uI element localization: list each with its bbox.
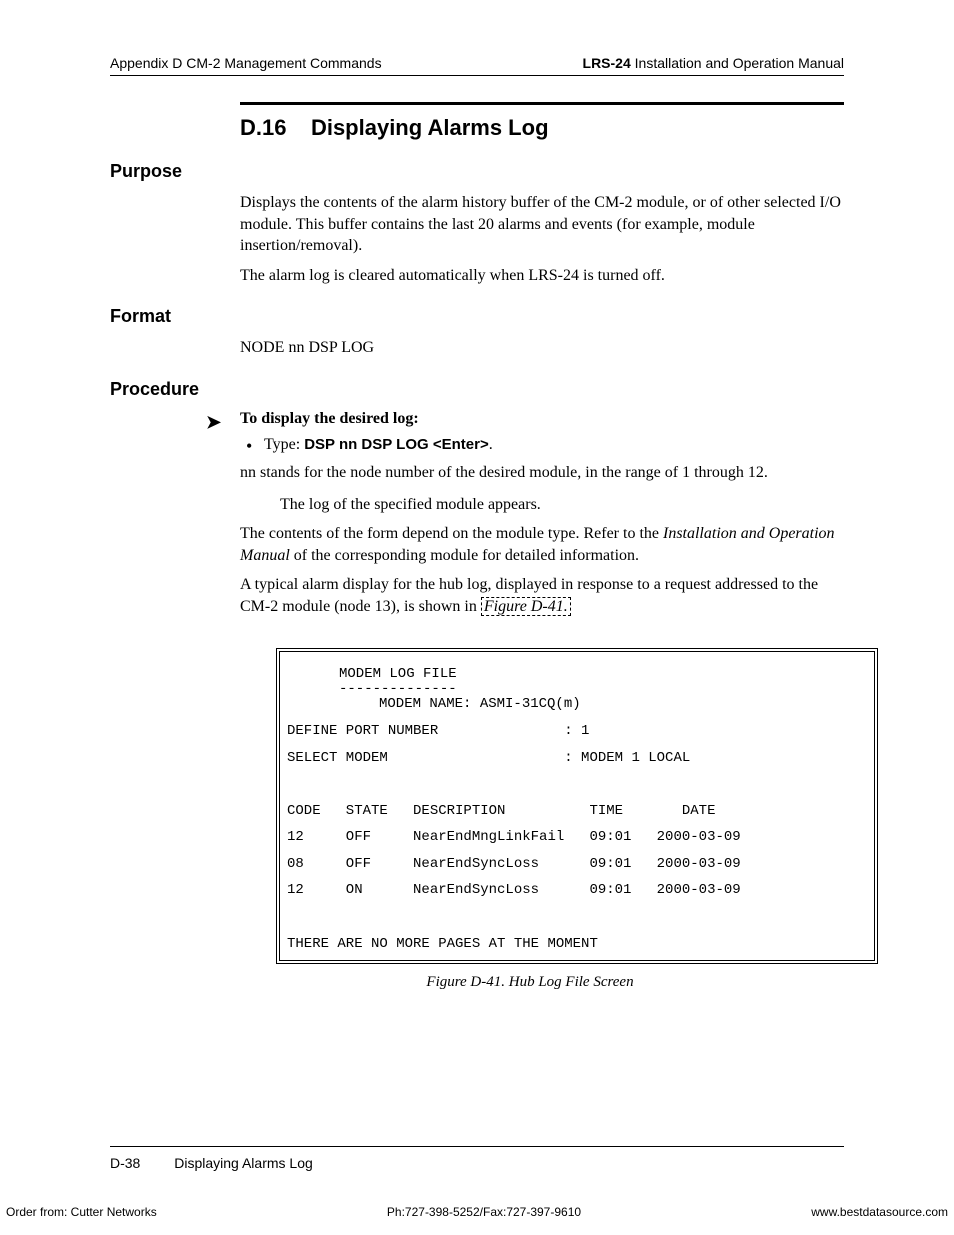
procedure-bullet: Type: DSP nn DSP LOG <Enter>. [264,436,844,454]
page-footer: D-38 Displaying Alarms Log [110,1146,844,1171]
header-right-bold: LRS-24 [583,55,631,71]
footer-title: Displaying Alarms Log [174,1155,313,1171]
section-title: D.16 Displaying Alarms Log [240,102,844,141]
term-footer-line: THERE ARE NO MORE PAGES AT THE MOMENT [287,931,867,958]
figure-caption: Figure D-41. Hub Log File Screen [240,974,820,991]
figure-reference-link[interactable]: Figure D-41. [481,597,571,616]
extreme-footer: Order from: Cutter Networks Ph:727-398-5… [0,1205,954,1219]
procedure-nn: nn stands for the node number of the des… [240,462,844,484]
arrow-icon: ➤ [206,412,221,433]
term-header-row: CODE STATE DESCRIPTION TIME DATE [287,798,867,825]
contents-a: The contents of the form depend on the m… [240,525,663,542]
ef-center: Ph:727-398-5252/Fax:727-397-9610 [387,1205,581,1219]
contents-b: of the corresponding module for detailed… [290,547,639,564]
ef-right: www.bestdatasource.com [811,1205,948,1219]
procedure-heading: Procedure [110,379,844,400]
running-header: Appendix D CM-2 Management Commands LRS-… [110,55,844,76]
term-select-modem: SELECT MODEM : MODEM 1 LOCAL [287,745,867,772]
purpose-heading: Purpose [110,161,844,182]
format-heading: Format [110,306,844,327]
terminal-screenshot: MODEM LOG FILE--------------MODEM NAME: … [276,648,878,965]
ef-left: Order from: Cutter Networks [6,1205,157,1219]
procedure-block: ➤ To display the desired log: Type: DSP … [206,410,844,454]
procedure-lead-text: To display the desired log: [240,410,419,427]
term-row-1: 08 OFF NearEndSyncLoss 09:01 2000-03-09 [287,851,867,878]
page: Appendix D CM-2 Management Commands LRS-… [0,0,954,1235]
purpose-p2: The alarm log is cleared automatically w… [240,265,844,287]
term-modem-name: MODEM NAME: ASMI-31CQ(m) [379,691,867,718]
header-right: LRS-24 Installation and Operation Manual [583,55,844,71]
term-define-port: DEFINE PORT NUMBER : 1 [287,718,867,745]
header-right-rest: Installation and Operation Manual [631,55,844,71]
bullet-prefix: Type: [264,436,304,453]
section-number: D.16 [240,115,286,140]
purpose-p1: Displays the contents of the alarm histo… [240,192,844,257]
procedure-typical: A typical alarm display for the hub log,… [240,574,844,617]
bullet-suffix: . [489,436,493,453]
section-name: Displaying Alarms Log [311,115,549,140]
header-left: Appendix D CM-2 Management Commands [110,55,382,71]
footer-page-number: D-38 [110,1155,140,1171]
procedure-contents: The contents of the form depend on the m… [240,523,844,566]
term-row-2: 12 ON NearEndSyncLoss 09:01 2000-03-09 [287,877,867,904]
procedure-lead: ➤ To display the desired log: [240,410,844,428]
procedure-log-appears: The log of the specified module appears. [280,494,844,516]
term-blank2 [287,904,867,931]
term-row-0: 12 OFF NearEndMngLinkFail 09:01 2000-03-… [287,824,867,851]
term-blank1 [287,771,867,798]
format-text: NODE nn DSP LOG [240,337,844,359]
bullet-command: DSP nn DSP LOG <Enter> [304,436,489,453]
